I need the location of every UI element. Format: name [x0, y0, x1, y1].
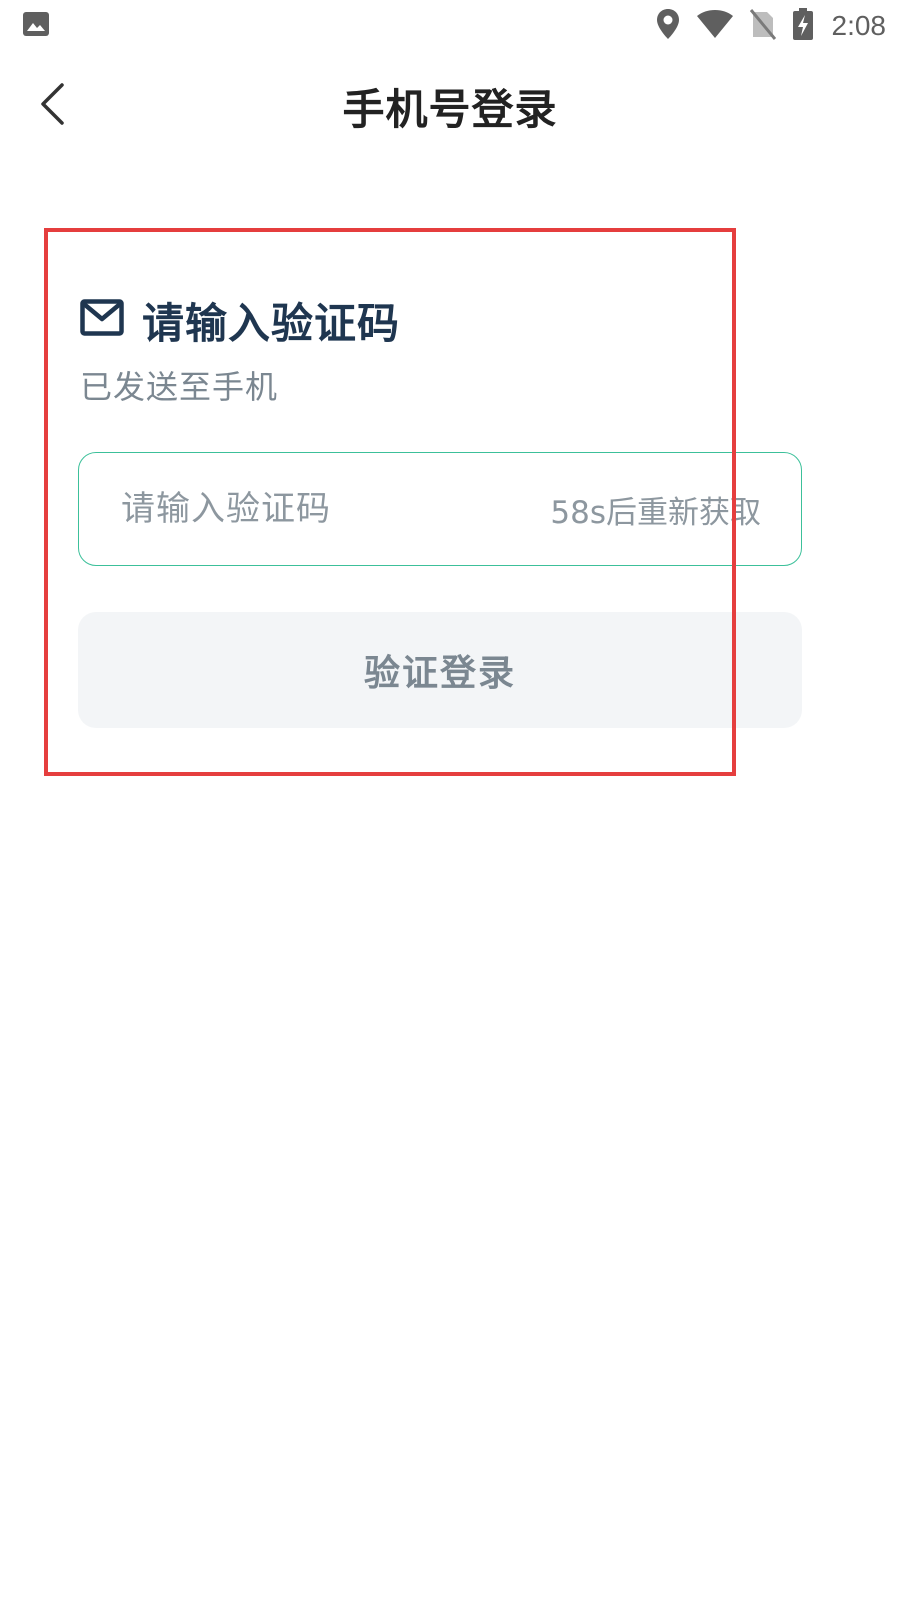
verify-title: 请输入验证码	[142, 298, 401, 348]
status-icons: 2:08	[656, 6, 887, 46]
page-title: 手机号登录	[342, 85, 558, 134]
location-icon	[656, 8, 680, 44]
mail-icon	[80, 298, 124, 342]
verify-heading: 请输入验证码	[80, 290, 400, 350]
navbar: 手机号登录	[0, 62, 900, 146]
image-icon	[22, 10, 50, 38]
login-verify-screen: 2:08 手机号登录 请输入验证码 已发送至手机 58s后重新获取 验证登录	[0, 0, 900, 1600]
resend-code-button[interactable]: 58s后重新获取	[550, 487, 761, 532]
battery-charging-icon	[792, 7, 814, 45]
status-time: 2:08	[831, 10, 887, 41]
wifi-icon	[696, 9, 734, 43]
verify-login-button[interactable]: 验证登录	[78, 612, 802, 728]
sent-to-phone-text: 已发送至手机	[80, 368, 279, 406]
code-input-box: 58s后重新获取	[78, 452, 802, 566]
no-sim-icon	[749, 8, 776, 44]
verification-code-input[interactable]	[119, 478, 551, 540]
status-bar: 2:08	[0, 0, 900, 50]
